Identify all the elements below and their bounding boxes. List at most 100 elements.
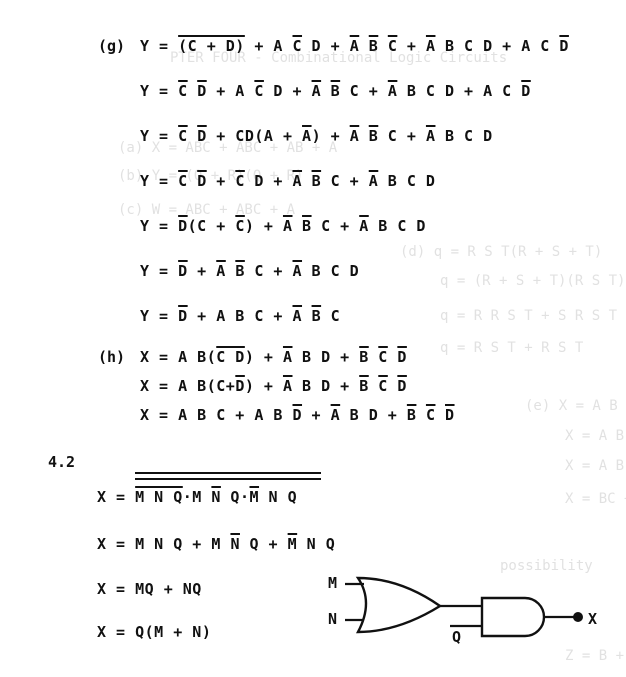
problem-4-2-line-1-term-7: N Q [259, 488, 298, 506]
section-g-line-4-term-5: + [206, 172, 236, 190]
section-g-line-3-term-11: C + [378, 127, 426, 145]
section-h-line-2: X = A B(C+D) + A B D + B C D [140, 377, 407, 395]
section-g-line-5-term-9: C + [311, 217, 360, 235]
problem-4-2-line-1-term-3: ·M [182, 488, 212, 506]
problem-4-2-line-4: X = Q(M + N) [97, 623, 211, 641]
section-h-line-3-term-10: D [445, 406, 455, 424]
section-g-line-3-term-5: + CD(A + [206, 127, 303, 145]
section-g-line-4-term-11: C + [321, 172, 369, 190]
section-g-line-3: Y = C D + CD(A + A) + A B C + A B C D [140, 127, 493, 145]
problem-4-2-line-1: X = M N Q·M N Q·M N Q [97, 488, 297, 506]
bleed-line-4: (c) W = ABC + ABC + A [118, 202, 296, 218]
section-h-line-2-term-6: B [359, 377, 369, 395]
section-g-label: (g) [98, 37, 126, 55]
section-h-line-2-term-3: ) + [244, 377, 283, 395]
section-h-line-3-term-2: D [292, 406, 303, 424]
section-h-line-2-term-4: A [282, 377, 293, 395]
problem-4-2-line-2-term-3: Q + [239, 535, 288, 553]
section-h-line-1-term-7 [369, 348, 379, 366]
section-g-line-4-term-3 [188, 172, 198, 190]
section-g-line-7-term-7: C [321, 307, 341, 325]
section-g-line-5-term-11: B C D [368, 217, 426, 235]
bleed-line-12: X = BC + B(A C + A) [565, 491, 626, 507]
section-g-line-4: Y = C D + C D + A B C + A B C D [140, 172, 435, 190]
section-g-line-3-term-1: Y = [140, 127, 179, 145]
problem-4-2-line-1-term-5: Q· [220, 488, 250, 506]
section-g-line-2-term-5: + A [206, 82, 255, 100]
section-g-line-3-term-4: D [197, 127, 207, 145]
bleed-line-5: (d) q = R S T(R + S + T) [400, 244, 602, 260]
problem-4-2-line-1-term-6: M [249, 488, 260, 506]
section-g-line-3-term-6: A [302, 127, 312, 145]
section-h-line-2-term-7 [369, 377, 379, 395]
problem-4-2-line-2-term-4: M [287, 535, 298, 553]
section-g-line-2-term-14: D [521, 82, 531, 100]
section-h-line-1-term-4: A [282, 348, 293, 366]
section-g-line-7-term-4: A [292, 307, 303, 325]
problem-4-2-outer-overbar [135, 472, 321, 474]
section-h-line-1: X = A B(C D) + A B D + B C D [140, 348, 407, 366]
section-h-line-1-term-3: ) + [244, 348, 283, 366]
section-g-line-7-term-2: D [178, 307, 188, 325]
section-h-line-1-term-2: C D [216, 348, 245, 366]
section-g-line-6-term-8: A [292, 262, 303, 280]
section-g-line-5-term-2: D [178, 217, 188, 235]
section-h-label: (h) [98, 348, 126, 366]
section-g-line-5: Y = D(C + C) + A B C + A B C D [140, 217, 426, 235]
section-g-line-6-term-4: A [216, 262, 226, 280]
logic-gate-diagram: M N Q X [328, 574, 597, 646]
section-g-line-3-term-8: A [349, 127, 360, 145]
bleed-line-8: q = R S T + R S T [440, 340, 584, 356]
section-g-line-1-term-9 [378, 37, 388, 55]
problem-4-2-line-2: X = M N Q + M N Q + M N Q [97, 535, 335, 553]
section-h-line-3-term-1: X = A B C + A B [140, 406, 293, 424]
output-x-label: X [588, 610, 597, 628]
section-g-line-4-term-7: D + [244, 172, 293, 190]
section-g-line-2-term-11: C + [340, 82, 388, 100]
section-g-line-7-term-3: + A B C + [187, 307, 293, 325]
section-g-line-5-term-4: C [235, 217, 245, 235]
section-g-line-2-term-3 [188, 82, 198, 100]
section-g-line-2-term-1: Y = [140, 82, 179, 100]
problem-4-2-inner-overbar [135, 478, 321, 480]
section-g-line-3-term-3 [188, 127, 198, 145]
section-h-line-2-term-9 [388, 377, 398, 395]
input-n-label: N [328, 610, 337, 628]
section-h-line-3: X = A B C + A B D + A B D + B C D [140, 406, 455, 424]
problem-4-2-line-1-term-4: N [211, 488, 221, 506]
section-g-line-1-term-8: B [368, 37, 379, 55]
problem-4-2-line-2-term-2: N [230, 535, 240, 553]
section-g-line-6-term-3: + [187, 262, 217, 280]
section-g-line-2-term-4: D [197, 82, 207, 100]
section-g-line-4-term-1: Y = [140, 172, 179, 190]
section-h-line-2-term-10: D [397, 377, 407, 395]
section-h-line-2-term-8: C [378, 377, 388, 395]
section-h-line-3-term-5: B D + [340, 406, 407, 424]
section-g-line-1-term-5: D + [302, 37, 350, 55]
section-g-line-5-term-5: ) + [244, 217, 283, 235]
problem-4-2-line-1-term-2: M N Q [135, 488, 183, 506]
section-h-line-2-term-1: X = A B(C+ [140, 377, 236, 395]
section-g-line-3-term-13: B C D [435, 127, 493, 145]
section-g-line-3-term-2: C [178, 127, 188, 145]
section-h-line-2-term-2: D [235, 377, 245, 395]
problem-4-2-line-4-term-1: X = Q(M + N) [97, 623, 212, 641]
section-g-line-4-term-12: A [368, 172, 379, 190]
problem-4-2-label: 4.2 [48, 453, 76, 471]
problem-4-2-line-2-term-5: N Q [297, 535, 336, 553]
section-g-line-7: Y = D + A B C + A B C [140, 307, 340, 325]
section-g-line-1-term-14: D [559, 37, 569, 55]
section-g-line-3-term-9 [359, 127, 369, 145]
section-h-line-1-term-1: X = A B( [140, 348, 217, 366]
section-g-line-7-term-6: B [311, 307, 322, 325]
section-g-line-2-term-13: B C D + A C [397, 82, 522, 100]
section-g-line-7-term-5 [302, 307, 312, 325]
section-h-line-3-term-6: B [406, 406, 417, 424]
section-h-line-1-term-6: B [359, 348, 369, 366]
section-g-line-2-term-7: D + [263, 82, 312, 100]
section-g-line-4-term-2: C [178, 172, 188, 190]
problem-4-2-line-3: X = MQ + NQ [97, 580, 202, 598]
section-g-line-1-term-6: A [349, 37, 360, 55]
section-g-line-4-term-4: D [197, 172, 207, 190]
section-h-line-3-term-4: A [330, 406, 341, 424]
